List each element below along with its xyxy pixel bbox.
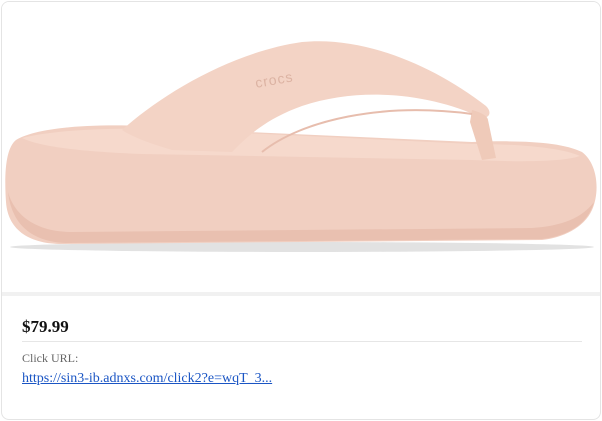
ad-info: $79.99 Click URL: https://sin3-ib.adnxs.…	[22, 316, 582, 387]
click-url-link[interactable]: https://sin3-ib.adnxs.com/click2?e=wqT_3…	[22, 370, 272, 387]
divider	[22, 341, 582, 342]
product-image[interactable]: crocs	[2, 2, 600, 292]
sandal-illustration: crocs	[5, 41, 597, 252]
ad-card: crocs $79.99 Click URL: https://sin3-ib.…	[1, 1, 601, 420]
click-url-label: Click URL:	[22, 351, 79, 365]
price: $79.99	[22, 317, 69, 336]
image-divider	[2, 292, 600, 296]
